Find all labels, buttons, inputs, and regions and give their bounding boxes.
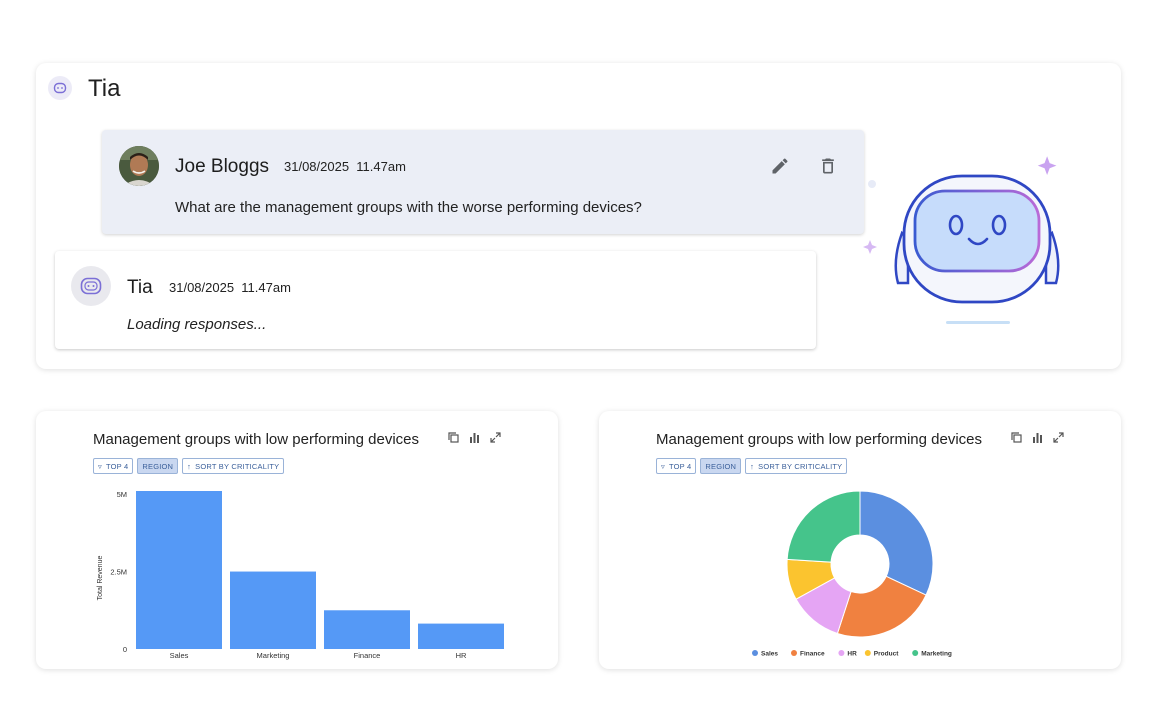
pie-chart: Sales Finance HR Product Marketing (752, 490, 952, 658)
tia-logo-icon (48, 76, 72, 100)
bar-chart-card: Management groups with low performing de… (36, 411, 558, 669)
legend-swatch (912, 650, 919, 656)
user-message: Joe Bloggs 31/08/2025 11.47am What are t… (102, 130, 864, 234)
bot-avatar (71, 266, 111, 306)
edit-button[interactable] (768, 154, 792, 178)
bar-marketing[interactable] (230, 571, 316, 649)
legend-swatch (791, 650, 797, 656)
legend-label: Product (874, 651, 899, 658)
bar-finance[interactable] (324, 610, 410, 649)
panel-title: Tia (88, 75, 121, 102)
robot-mascot-icon (863, 156, 1060, 324)
user-message-text: What are the management groups with the … (175, 199, 642, 216)
legend-swatch (752, 650, 758, 656)
x-tick-label: HR (456, 651, 467, 660)
bar-sales[interactable] (136, 491, 222, 649)
slice-sales[interactable] (859, 490, 934, 596)
chat-panel: Tia Joe Bloggs 31/08/2025 11.47am What a… (36, 63, 1121, 369)
user-timestamp: 31/08/2025 11.47am (284, 159, 406, 174)
y-tick-label: 0 (123, 645, 127, 654)
bot-timestamp: 31/08/2025 11.47am (169, 280, 291, 295)
delete-button[interactable] (816, 154, 840, 178)
legend-swatch (864, 650, 871, 656)
tia-bot-icon (80, 277, 102, 295)
legend-label: HR (847, 651, 857, 658)
y-tick-label: 2.5M (110, 568, 127, 577)
x-tick-label: Finance (354, 651, 381, 660)
bot-message-text: Loading responses... (127, 316, 267, 333)
bot-message: Tia 31/08/2025 11.47am Loading responses… (55, 251, 816, 349)
pencil-icon (772, 158, 788, 174)
legend-label: Marketing (921, 651, 952, 658)
bar-hr[interactable] (418, 623, 504, 649)
pie-chart-card: Management groups with low performing de… (599, 411, 1121, 669)
legend-label: Finance (800, 651, 825, 658)
bot-name: Tia (127, 277, 153, 298)
user-avatar (119, 146, 159, 186)
x-tick-label: Marketing (257, 651, 290, 660)
legend-swatch (838, 650, 845, 656)
legend-label: Sales (761, 651, 778, 658)
y-tick-label: 5M (117, 490, 127, 499)
bar-chart: 0 2.5M 5M Total Revenue Sales Marketing Financ… (97, 490, 504, 660)
x-tick-label: Sales (170, 651, 189, 660)
user-name: Joe Bloggs (175, 156, 270, 177)
y-axis-label: Total Revenue (97, 556, 104, 601)
slice-marketing[interactable] (786, 490, 861, 563)
trash-icon (822, 158, 834, 174)
